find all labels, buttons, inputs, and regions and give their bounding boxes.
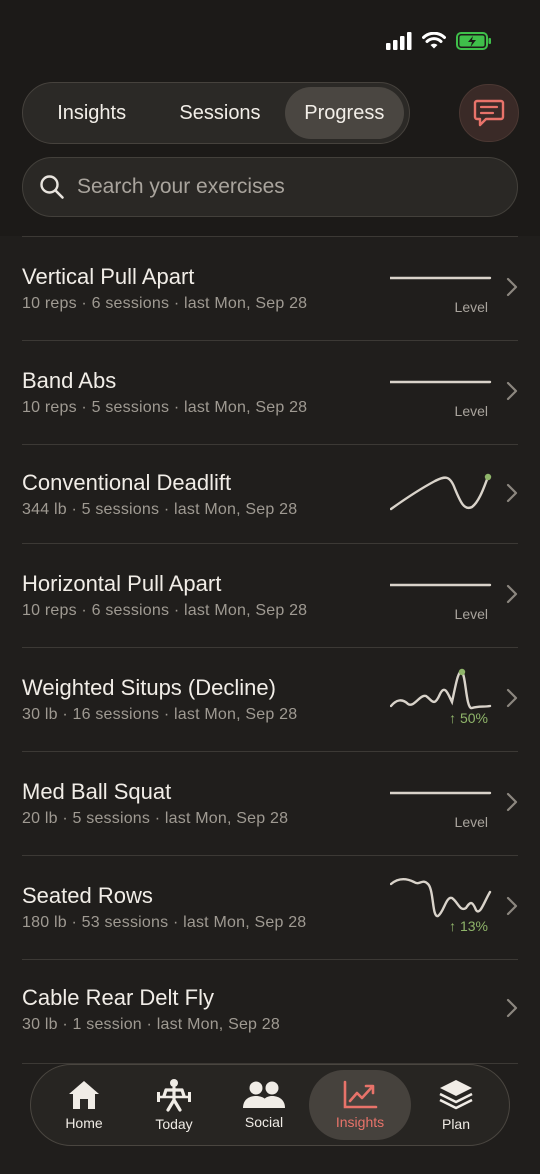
chevron-right-icon	[506, 584, 518, 604]
chevron-right-icon	[506, 998, 518, 1018]
chart-trend-icon	[343, 1080, 378, 1109]
tab-insights[interactable]: Insights	[28, 87, 155, 139]
exercise-row[interactable]: Med Ball Squat 20 lb · 5 sessions · last…	[22, 751, 518, 855]
chevron-right-icon	[506, 792, 518, 812]
tab-sessions[interactable]: Sessions	[155, 87, 284, 139]
exercise-list: Vertical Pull Apart 10 reps · 6 sessions…	[0, 236, 540, 1123]
exercise-row[interactable]: Vertical Pull Apart 10 reps · 6 sessions…	[22, 236, 518, 340]
sparkline	[390, 668, 492, 710]
exercise-row[interactable]: Weighted Situps (Decline) 30 lb · 16 ses…	[22, 647, 518, 751]
trend-label: Level	[454, 814, 488, 830]
trend-label: ↑ 50%	[449, 710, 488, 726]
wifi-icon	[422, 32, 446, 49]
tab-plan[interactable]: Plan	[411, 1070, 501, 1140]
home-icon	[69, 1081, 99, 1109]
tab-label: Today	[155, 1116, 193, 1132]
exercise-subtitle: 344 lb · 5 sessions · last Mon, Sep 28	[22, 501, 298, 518]
view-segmented-control: Insights Sessions Progress	[22, 82, 410, 144]
exercise-title: Conventional Deadlift	[22, 470, 232, 495]
tab-label: Home	[65, 1115, 103, 1131]
status-bar	[0, 0, 540, 80]
search-bar[interactable]	[22, 157, 518, 217]
exercise-subtitle: 10 reps · 6 sessions · last Mon, Sep 28	[22, 602, 308, 619]
exercise-title: Med Ball Squat	[22, 779, 172, 804]
search-icon	[40, 175, 64, 199]
exercise-row[interactable]: Conventional Deadlift 344 lb · 5 session…	[22, 444, 518, 543]
exercise-subtitle: 10 reps · 6 sessions · last Mon, Sep 28	[22, 295, 308, 312]
trend-label: Level	[454, 606, 488, 622]
exercise-row[interactable]: Band Abs 10 reps · 5 sessions · last Mon…	[22, 340, 518, 444]
tab-today[interactable]: Today	[129, 1070, 219, 1140]
exercise-title: Weighted Situps (Decline)	[22, 675, 276, 700]
exercise-title: Cable Rear Delt Fly	[22, 985, 214, 1010]
tab-progress[interactable]: Progress	[284, 87, 404, 139]
chevron-right-icon	[506, 483, 518, 503]
layers-icon	[439, 1080, 473, 1110]
exercise-title: Horizontal Pull Apart	[22, 571, 222, 596]
chevron-right-icon	[506, 896, 518, 916]
exercise-subtitle: 180 lb · 53 sessions · last Mon, Sep 28	[22, 914, 307, 931]
exercise-title: Seated Rows	[22, 883, 153, 908]
tab-insights-nav[interactable]: Insights	[309, 1070, 411, 1140]
exercise-subtitle: 10 reps · 5 sessions · last Mon, Sep 28	[22, 399, 308, 416]
exercise-title: Band Abs	[22, 368, 117, 393]
sparkline	[390, 473, 492, 511]
trend-label: ↑ 13%	[449, 918, 488, 934]
chevron-right-icon	[506, 688, 518, 708]
exercise-subtitle: 30 lb · 1 session · last Mon, Sep 28	[22, 1016, 280, 1033]
messages-button[interactable]	[459, 84, 519, 142]
search-input[interactable]	[77, 175, 497, 199]
exercise-title: Vertical Pull Apart	[22, 264, 195, 289]
chat-bubble-icon	[473, 99, 505, 127]
chevron-right-icon	[506, 277, 518, 297]
people-icon	[243, 1081, 285, 1108]
tab-label: Insights	[335, 1114, 385, 1130]
trend-label: Level	[454, 403, 488, 419]
exercise-row[interactable]: Cable Rear Delt Fly 30 lb · 1 session · …	[22, 959, 518, 1063]
exercise-subtitle: 20 lb · 5 sessions · last Mon, Sep 28	[22, 810, 289, 827]
exercise-subtitle: 30 lb · 16 sessions · last Mon, Sep 28	[22, 706, 298, 723]
tab-social[interactable]: Social	[219, 1070, 309, 1140]
chevron-right-icon	[506, 381, 518, 401]
weightlifter-icon	[157, 1079, 191, 1112]
tab-label: Plan	[441, 1116, 471, 1132]
battery-charging-icon	[456, 32, 491, 50]
signal-icon	[386, 32, 412, 50]
tab-home[interactable]: Home	[39, 1070, 129, 1140]
bottom-tab-bar: Home Today Social Insights Plan	[30, 1064, 510, 1146]
trend-label: Level	[454, 299, 488, 315]
exercise-row[interactable]: Horizontal Pull Apart 10 reps · 6 sessio…	[22, 543, 518, 647]
tab-label: Social	[244, 1114, 284, 1130]
exercise-row[interactable]: Seated Rows 180 lb · 53 sessions · last …	[22, 855, 518, 959]
